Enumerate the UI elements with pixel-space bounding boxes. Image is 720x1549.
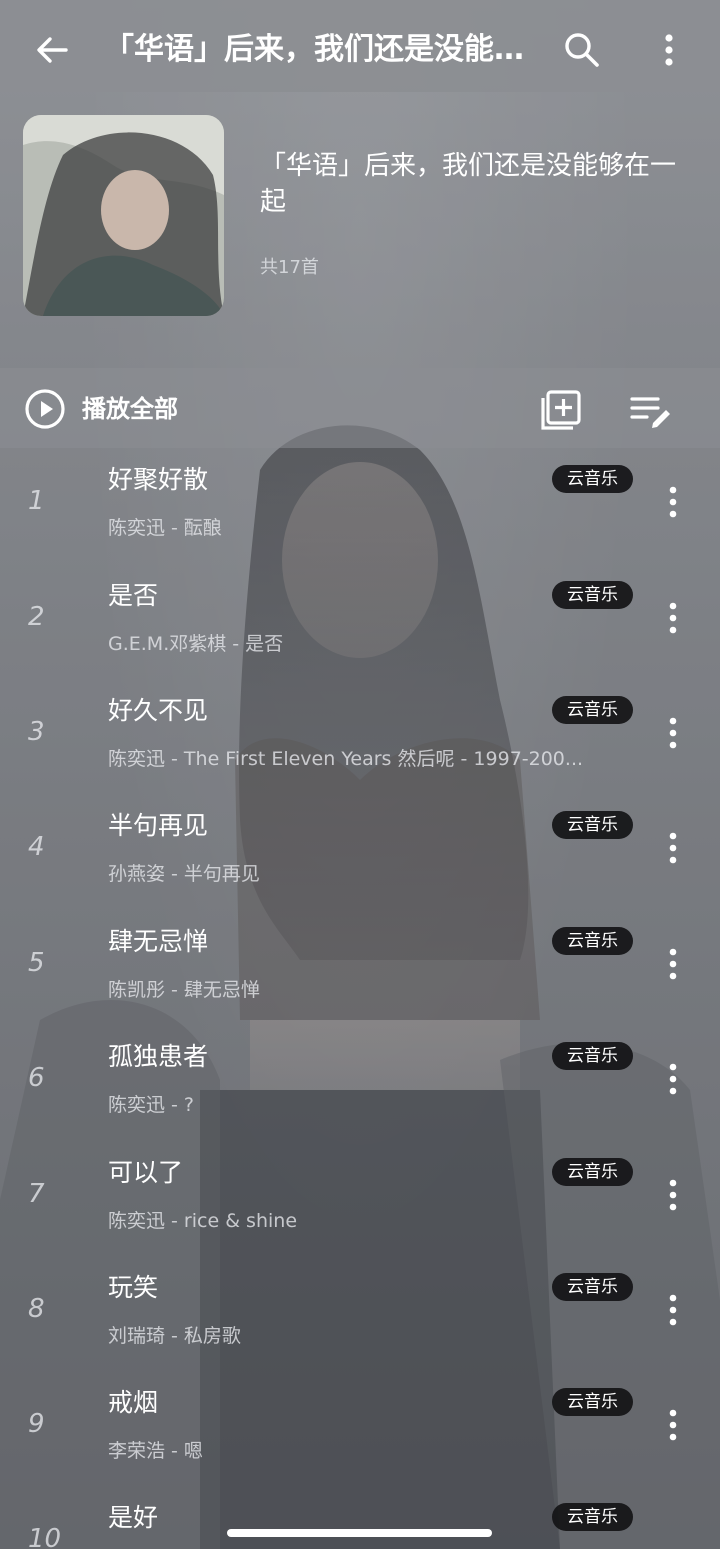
song-count: 共17首: [260, 257, 319, 278]
song-artist-album: 陈奕迅 - The First Eleven Years 然后呢 - 1997-…: [108, 748, 584, 770]
playlist-cover-image[interactable]: [23, 115, 224, 316]
more-vertical-icon[interactable]: [662, 1292, 684, 1328]
song-artist-album: 李荣浩 - 嗯: [108, 1440, 203, 1462]
more-vertical-icon[interactable]: [662, 484, 684, 520]
song-index: 6: [28, 1063, 45, 1093]
song-title: 好久不见: [108, 696, 209, 725]
song-title: 肆无忌惮: [108, 927, 209, 956]
song-index: 2: [28, 602, 45, 632]
song-row[interactable]: 1 好聚好散 陈奕迅 - 酝酿 云音乐: [0, 448, 720, 564]
song-title: 好聚好散: [108, 465, 209, 494]
top-app-bar: 「华语」后来，我们还是没能够在一起: [0, 0, 720, 92]
song-index: 9: [28, 1409, 45, 1439]
song-artist-album: 陈奕迅 - rice & shine: [108, 1210, 298, 1232]
song-artist-album: 陈奕迅 - ?: [108, 1094, 195, 1116]
song-row[interactable]: 9 戒烟 李荣浩 - 嗯 云音乐: [0, 1371, 720, 1487]
song-row[interactable]: 7 可以了 陈奕迅 - rice & shine 云音乐: [0, 1141, 720, 1257]
song-row[interactable]: 6 孤独患者 陈奕迅 - ? 云音乐: [0, 1025, 720, 1141]
song-row[interactable]: 5 肆无忌惮 陈凯彤 - 肆无忌惮 云音乐: [0, 910, 720, 1026]
playlist-name: 「华语」后来，我们还是没能够在一起: [260, 151, 677, 217]
source-badge: 云音乐: [552, 696, 633, 724]
more-vertical-icon[interactable]: [662, 600, 684, 636]
source-badge: 云音乐: [552, 1273, 633, 1301]
song-artist-album: 陈奕迅 - 酝酿: [108, 517, 222, 539]
song-title: 半句再见: [108, 811, 209, 840]
source-badge: 云音乐: [552, 465, 633, 493]
play-circle-icon: [25, 389, 65, 429]
song-index: 3: [28, 717, 45, 747]
arrow-left-icon[interactable]: [30, 28, 74, 72]
song-row[interactable]: 3 好久不见 陈奕迅 - The First Eleven Years 然后呢 …: [0, 679, 720, 795]
song-title: 玩笑: [108, 1273, 159, 1302]
source-badge: 云音乐: [552, 811, 633, 839]
more-vertical-icon[interactable]: [655, 28, 683, 72]
search-icon[interactable]: [560, 28, 604, 72]
home-indicator[interactable]: [227, 1529, 492, 1537]
source-badge: 云音乐: [552, 1503, 633, 1531]
more-vertical-icon[interactable]: [662, 1061, 684, 1097]
song-index: 1: [28, 486, 45, 516]
play-all-button[interactable]: 播放全部: [24, 388, 178, 430]
more-vertical-icon[interactable]: [662, 715, 684, 751]
song-artist-album: 陈凯彤 - 肆无忌惮: [108, 979, 260, 1001]
more-vertical-icon[interactable]: [662, 946, 684, 982]
page-title: 「华语」后来，我们还是没能够在一起: [104, 32, 548, 67]
song-index: 10: [28, 1524, 62, 1549]
song-index: 7: [28, 1179, 45, 1209]
song-artist-album: 孙燕姿 - 半句再见: [108, 863, 260, 885]
play-all-label: 播放全部: [82, 395, 178, 423]
source-badge: 云音乐: [552, 1388, 633, 1416]
song-row[interactable]: 10 是好 云音乐: [0, 1486, 720, 1549]
more-vertical-icon[interactable]: [662, 1177, 684, 1213]
source-badge: 云音乐: [552, 1042, 633, 1070]
song-title: 可以了: [108, 1158, 184, 1187]
source-badge: 云音乐: [552, 927, 633, 955]
add-to-playlist-icon[interactable]: [539, 388, 583, 432]
song-index: 8: [28, 1294, 45, 1324]
song-title: 戒烟: [108, 1388, 159, 1417]
more-vertical-icon[interactable]: [662, 830, 684, 866]
song-row[interactable]: 4 半句再见 孙燕姿 - 半句再见 云音乐: [0, 794, 720, 910]
playlist-controls: 播放全部: [0, 368, 720, 448]
song-index: 5: [28, 948, 45, 978]
song-artist-album: G.E.M.邓紫棋 - 是否: [108, 633, 284, 655]
song-title: 孤独患者: [108, 1042, 209, 1071]
song-row[interactable]: 2 是否 G.E.M.邓紫棋 - 是否 云音乐: [0, 564, 720, 680]
song-index: 4: [28, 832, 45, 862]
song-artist-album: 刘瑞琦 - 私房歌: [108, 1325, 241, 1347]
source-badge: 云音乐: [552, 1158, 633, 1186]
playlist-header: 「华语」后来，我们还是没能够在一起 共17首: [0, 92, 720, 352]
song-row[interactable]: 8 玩笑 刘瑞琦 - 私房歌 云音乐: [0, 1256, 720, 1372]
source-badge: 云音乐: [552, 581, 633, 609]
edit-list-icon[interactable]: [628, 388, 672, 432]
song-list: 1 好聚好散 陈奕迅 - 酝酿 云音乐 2 是否 G.E.M.邓紫棋 - 是否 …: [0, 448, 720, 1549]
more-vertical-icon[interactable]: [662, 1407, 684, 1443]
song-title: 是否: [108, 581, 159, 610]
